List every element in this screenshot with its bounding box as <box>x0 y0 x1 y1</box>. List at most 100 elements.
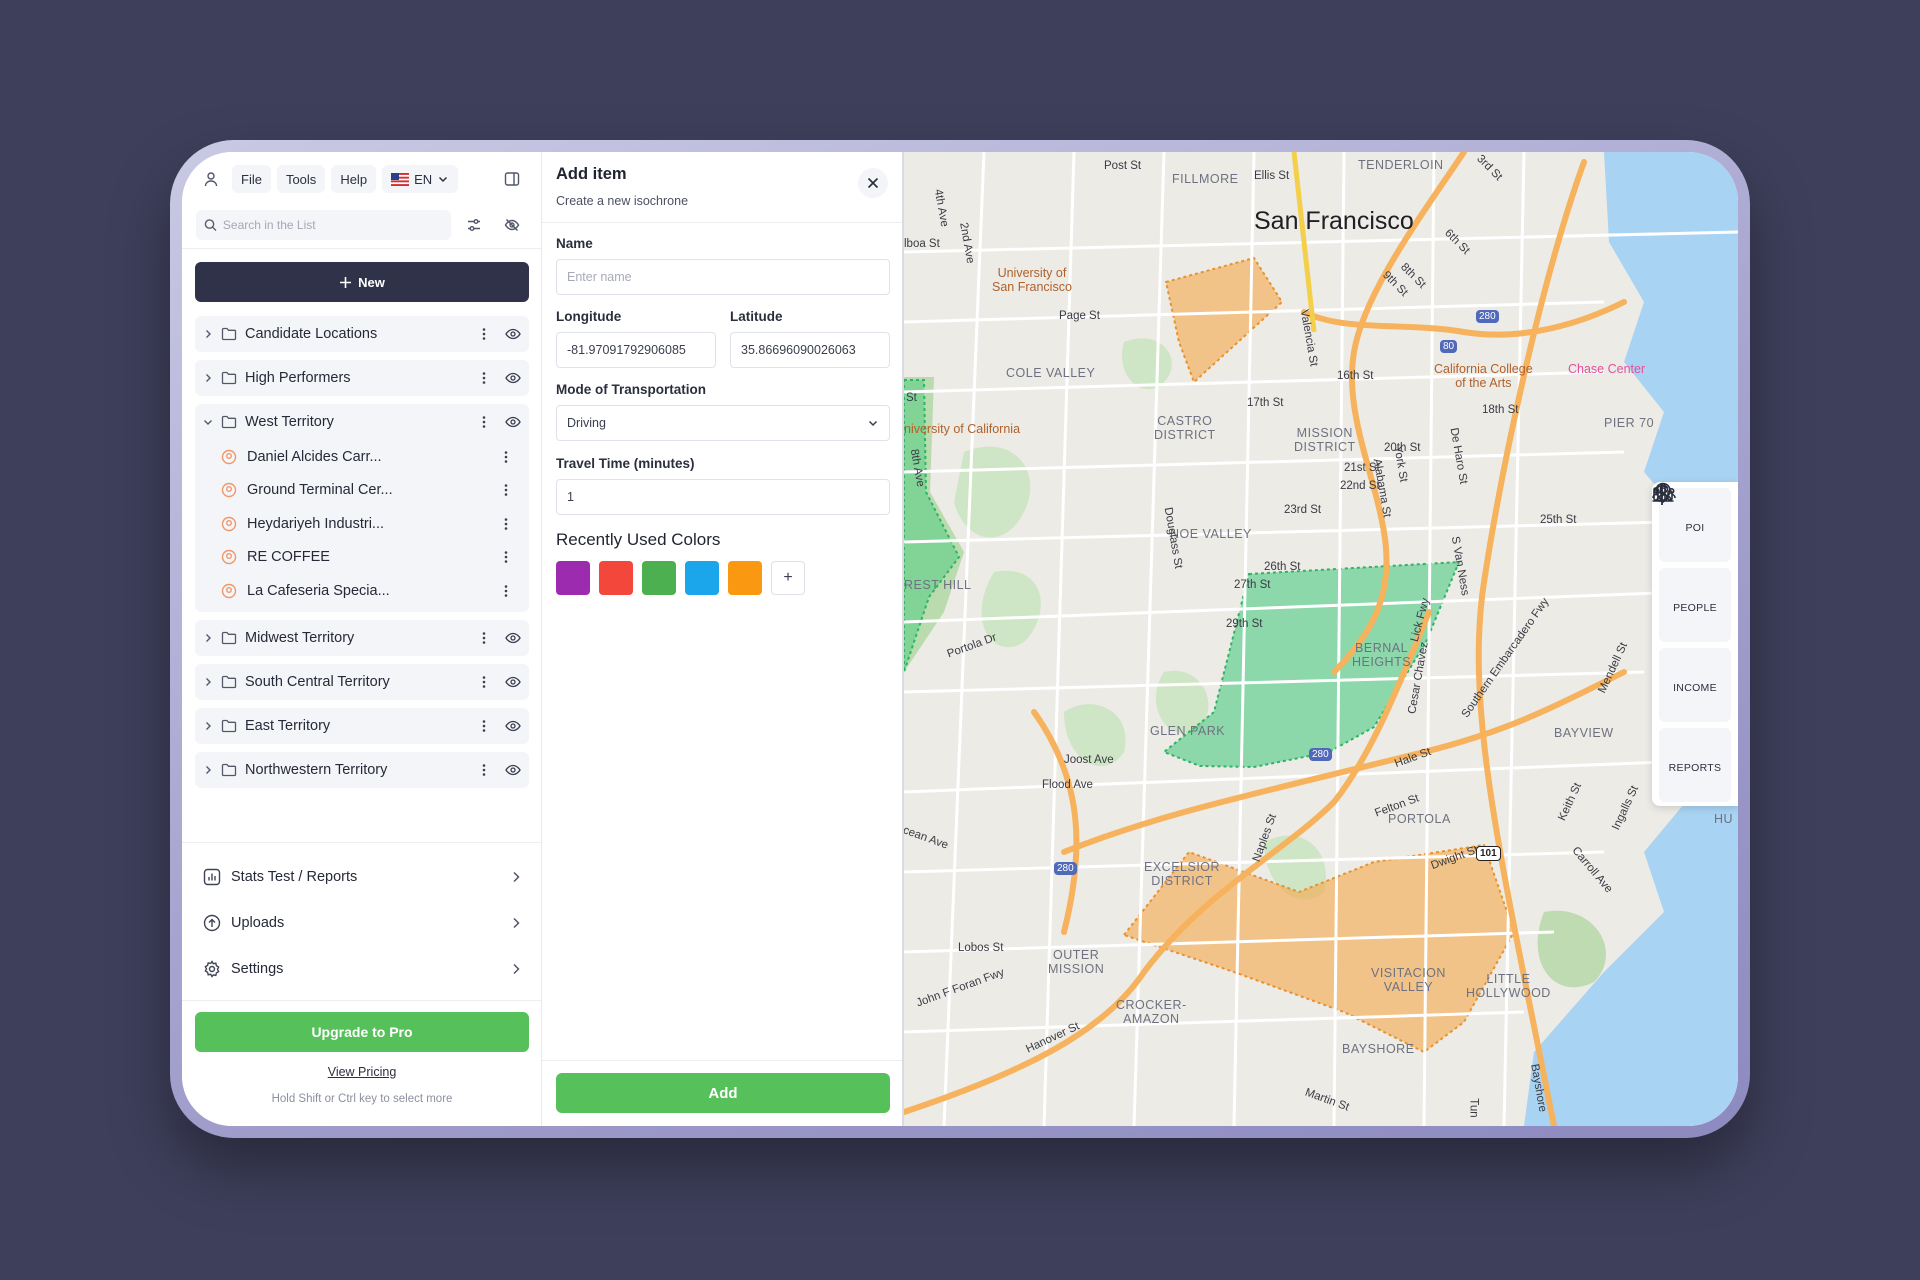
more-vertical-icon[interactable] <box>477 371 491 385</box>
search-input[interactable] <box>222 218 443 232</box>
new-button[interactable]: New <box>195 262 529 302</box>
tool-label: POI <box>1685 522 1705 534</box>
highway-shield: 280 <box>1054 862 1077 875</box>
upgrade-button[interactable]: Upgrade to Pro <box>195 1012 529 1052</box>
divider <box>182 1000 541 1001</box>
mode-label: Mode of Transportation <box>556 382 706 397</box>
search-box[interactable] <box>196 210 451 240</box>
folder-icon <box>221 719 237 733</box>
folder-item[interactable]: Candidate Locations <box>195 316 529 352</box>
longitude-field[interactable] <box>556 332 716 368</box>
list-item-label: RE COFFEE <box>247 549 330 566</box>
menu-help[interactable]: Help <box>331 165 377 193</box>
street-label: 26th St <box>1264 561 1301 573</box>
eye-icon[interactable] <box>505 764 521 776</box>
more-vertical-icon[interactable] <box>477 763 491 777</box>
language-selector[interactable]: EN <box>382 165 459 193</box>
poi-label: Chase Center <box>1568 362 1646 376</box>
folder-icon <box>221 415 237 429</box>
eye-icon[interactable] <box>505 632 521 644</box>
name-input[interactable] <box>567 270 879 284</box>
more-vertical-icon[interactable] <box>499 550 513 564</box>
chevron-right-icon[interactable] <box>203 721 213 731</box>
district-label: BERNAL HEIGHTS <box>1352 641 1412 670</box>
tool-people[interactable]: PEOPLE <box>1652 484 1731 642</box>
new-button-label: New <box>358 274 385 290</box>
sidebar-toggle-icon[interactable] <box>497 164 527 194</box>
filter-icon[interactable] <box>459 210 489 240</box>
chevron-right-icon[interactable] <box>203 677 213 687</box>
tool-reports[interactable]: REPORTS <box>1652 483 1731 802</box>
list-item[interactable]: Ground Terminal Cer... <box>195 474 529 508</box>
folder-item[interactable]: Midwest Territory <box>195 619 529 656</box>
chevron-right-icon[interactable] <box>203 373 213 383</box>
list-item[interactable]: Daniel Alcides Carr... <box>195 440 529 474</box>
map-view[interactable]: San Francisco FILLMORE TENDERLOIN COLE V… <box>904 152 1738 1126</box>
divider <box>182 842 541 843</box>
folder-item[interactable]: East Territory <box>195 707 529 744</box>
tool-income[interactable]: INCOME <box>1656 483 1731 722</box>
district-label: BAYVIEW <box>1554 726 1614 740</box>
latitude-field[interactable] <box>730 332 890 368</box>
more-vertical-icon[interactable] <box>499 450 513 464</box>
map-pin-icon <box>221 516 237 532</box>
list-item-label: Heydariyeh Industri... <box>247 515 385 532</box>
eye-icon[interactable] <box>505 720 521 732</box>
chevron-down-icon[interactable] <box>203 417 213 427</box>
menu-file[interactable]: File <box>232 165 271 193</box>
more-vertical-icon[interactable] <box>499 483 513 497</box>
more-vertical-icon[interactable] <box>499 584 513 598</box>
close-icon[interactable] <box>858 168 888 198</box>
more-vertical-icon[interactable] <box>477 631 491 645</box>
poi-label: niversity of California <box>904 422 1021 436</box>
more-vertical-icon[interactable] <box>477 327 491 341</box>
eye-icon[interactable] <box>505 372 521 384</box>
district-label: PORTOLA <box>1388 812 1451 826</box>
menu-tools[interactable]: Tools <box>276 165 326 193</box>
more-vertical-icon[interactable] <box>477 719 491 733</box>
color-swatch-orange[interactable] <box>728 561 762 595</box>
mode-select[interactable]: Driving <box>556 405 890 441</box>
eye-icon[interactable] <box>505 328 521 340</box>
more-vertical-icon[interactable] <box>499 517 513 531</box>
chevron-right-icon[interactable] <box>203 329 213 339</box>
more-vertical-icon[interactable] <box>477 415 491 429</box>
folder-name: High Performers <box>245 370 351 386</box>
latitude-input[interactable] <box>741 343 879 357</box>
travel-time-input[interactable] <box>567 490 879 504</box>
latitude-label: Latitude <box>730 309 783 324</box>
list-item[interactable]: Heydariyeh Industri... <box>195 507 529 541</box>
folder-item-expanded[interactable]: West Territory Daniel Alcides Carr... Gr… <box>195 404 529 612</box>
color-swatch-green[interactable] <box>642 561 676 595</box>
add-color-button[interactable]: + <box>771 561 805 595</box>
folder-item[interactable]: South Central Territory <box>195 663 529 700</box>
eye-icon[interactable] <box>505 416 521 428</box>
chevron-right-icon[interactable] <box>203 765 213 775</box>
color-swatch-purple[interactable] <box>556 561 590 595</box>
street-label: Page St <box>1059 310 1100 322</box>
chevron-right-icon[interactable] <box>203 633 213 643</box>
district-label: TENDERLOIN <box>1358 158 1444 172</box>
nav-item-settings[interactable]: Settings <box>195 946 529 992</box>
district-label: EXCELSIOR DISTRICT <box>1144 860 1221 889</box>
highway-shield: 80 <box>1440 340 1458 353</box>
longitude-input[interactable] <box>567 343 705 357</box>
hide-all-icon[interactable] <box>497 210 527 240</box>
add-button[interactable]: Add <box>556 1073 890 1113</box>
color-swatch-red[interactable] <box>599 561 633 595</box>
nav-item-uploads[interactable]: Uploads <box>195 900 529 946</box>
list-item[interactable]: RE COFFEE <box>195 541 529 575</box>
color-swatch-blue[interactable] <box>685 561 719 595</box>
eye-icon[interactable] <box>505 676 521 688</box>
folder-item[interactable]: High Performers <box>195 360 529 396</box>
user-icon[interactable] <box>196 164 226 194</box>
more-vertical-icon[interactable] <box>477 675 491 689</box>
travel-time-field[interactable] <box>556 479 890 515</box>
folder-item[interactable]: Northwestern Territory <box>195 751 529 788</box>
street-label: 18th St <box>1482 404 1519 416</box>
list-item[interactable]: La Cafeseria Specia... <box>195 574 529 608</box>
tool-label: REPORTS <box>1668 762 1722 774</box>
name-field[interactable] <box>556 259 890 295</box>
nav-item-reports[interactable]: Stats Test / Reports <box>195 854 529 900</box>
view-pricing-link[interactable]: View Pricing <box>182 1065 542 1079</box>
